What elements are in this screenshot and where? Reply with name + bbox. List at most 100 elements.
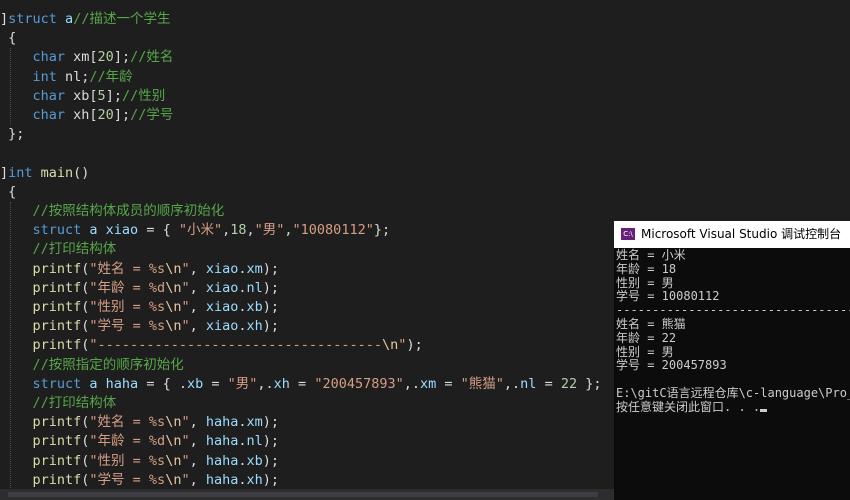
code-token: \n bbox=[165, 279, 182, 296]
indent-guide bbox=[10, 48, 11, 126]
code-token: xiao bbox=[97, 222, 139, 239]
code-line[interactable]: ]int main() bbox=[0, 164, 89, 183]
code-line[interactable]: int nl;//年龄 bbox=[0, 68, 133, 87]
code-token: "熊猫" bbox=[460, 375, 504, 392]
code-token: ); bbox=[262, 260, 280, 277]
code-token: " bbox=[181, 279, 190, 296]
code-token: 18 bbox=[230, 222, 247, 239]
code-line[interactable]: printf("性别 = %s\n", haha.xb); bbox=[0, 452, 280, 471]
code-token: "10080112" bbox=[292, 222, 374, 239]
code-line[interactable]: printf("学号 = %s\n", haha.xh); bbox=[0, 471, 280, 490]
code-line[interactable]: printf("姓名 = %s\n", xiao.xm); bbox=[0, 260, 280, 279]
console-line: 姓名 = 熊猫 bbox=[616, 317, 686, 331]
code-token: \n bbox=[165, 260, 182, 277]
code-token: haha bbox=[97, 375, 139, 392]
code-token: a bbox=[56, 11, 74, 27]
code-token: printf bbox=[0, 279, 82, 296]
code-token: . bbox=[238, 471, 247, 488]
code-token: haha bbox=[205, 414, 239, 431]
code-token: struct bbox=[0, 222, 82, 239]
code-line[interactable]: char xm[20];//姓名 bbox=[0, 48, 174, 67]
code-token: "姓名 = %s bbox=[89, 260, 166, 277]
code-line[interactable]: }; bbox=[0, 125, 24, 144]
visual-studio-console-icon: C:\ bbox=[621, 228, 635, 240]
editor-horizontal-scrollbar[interactable] bbox=[0, 489, 614, 500]
code-token: , bbox=[189, 452, 206, 469]
code-token: "小米" bbox=[178, 222, 223, 239]
code-token: "年龄 = %d bbox=[89, 279, 166, 296]
code-line[interactable]: printf("姓名 = %s\n", haha.xm); bbox=[0, 413, 280, 432]
code-line[interactable]: //打印结构体 bbox=[0, 240, 117, 259]
code-line[interactable]: printf("性别 = %s\n", xiao.xb); bbox=[0, 298, 280, 317]
code-token: \n bbox=[165, 433, 182, 450]
code-token: ,. bbox=[503, 375, 521, 392]
code-token: ); bbox=[406, 337, 423, 354]
code-token: a bbox=[81, 375, 98, 392]
code-token: a bbox=[81, 222, 98, 239]
console-line: 性别 = 男 bbox=[616, 344, 674, 359]
code-token: = bbox=[289, 375, 315, 392]
code-token: int bbox=[8, 164, 33, 181]
code-token: ] bbox=[0, 11, 9, 27]
console-title: Microsoft Visual Studio 调试控制台 bbox=[641, 227, 842, 241]
code-token: }; bbox=[0, 126, 25, 143]
code-line[interactable]: //打印结构体 bbox=[0, 394, 117, 413]
code-line[interactable]: struct a haha = { .xb = "男",.xh = "20045… bbox=[0, 375, 602, 394]
code-line[interactable]: printf("年龄 = %d\n", xiao.nl); bbox=[0, 279, 280, 298]
code-line[interactable]: { bbox=[0, 29, 16, 48]
code-token: nl; bbox=[56, 68, 90, 85]
code-token: //打印结构体 bbox=[0, 395, 117, 411]
code-line[interactable]: char xb[5];//性别 bbox=[0, 87, 166, 106]
code-token: , bbox=[284, 222, 293, 239]
code-line[interactable]: //按照结构体成员的顺序初始化 bbox=[0, 202, 225, 221]
code-token: nl bbox=[520, 375, 537, 392]
debug-console-window[interactable]: C:\ Microsoft Visual Studio 调试控制台 姓名 = 小… bbox=[614, 221, 850, 500]
code-token: xh bbox=[246, 318, 263, 335]
code-token: , bbox=[246, 222, 255, 239]
code-token: = { . bbox=[138, 375, 187, 392]
code-line[interactable]: printf("--------------------------------… bbox=[0, 336, 423, 355]
code-token: //描述一个学生 bbox=[73, 11, 171, 27]
code-token: printf bbox=[0, 414, 82, 431]
code-token: xh bbox=[246, 471, 263, 488]
code-token: printf bbox=[0, 471, 82, 488]
code-token: ); bbox=[262, 279, 280, 296]
code-token: xm[ bbox=[65, 49, 98, 66]
code-line[interactable]: { bbox=[0, 183, 16, 202]
code-token: 22 bbox=[560, 375, 578, 392]
code-token: xm bbox=[419, 375, 437, 392]
console-title-bar[interactable]: C:\ Microsoft Visual Studio 调试控制台 bbox=[614, 221, 850, 248]
code-token: printf bbox=[0, 433, 82, 450]
console-line: 性别 = 男 bbox=[616, 275, 674, 290]
console-line: 年龄 = 22 bbox=[616, 330, 677, 345]
editor-scrollbar-thumb[interactable] bbox=[8, 492, 598, 497]
code-token: " bbox=[181, 260, 190, 277]
code-token: " bbox=[181, 318, 190, 335]
code-token: , bbox=[222, 222, 231, 239]
code-token: . bbox=[238, 414, 247, 431]
code-line[interactable]: //按照指定的顺序初始化 bbox=[0, 356, 184, 375]
code-token: "学号 = %s bbox=[89, 471, 166, 488]
code-token: "男" bbox=[227, 375, 258, 392]
code-token: " bbox=[181, 299, 190, 315]
code-token: xm bbox=[246, 414, 263, 431]
code-token: . bbox=[238, 299, 247, 315]
console-line: ----------------------------------------… bbox=[616, 303, 850, 318]
code-line[interactable]: printf("学号 = %s\n", xiao.xh); bbox=[0, 317, 280, 336]
code-token: . bbox=[238, 260, 247, 277]
code-token: printf bbox=[0, 452, 82, 469]
code-token: printf bbox=[0, 299, 82, 315]
code-token: xb bbox=[246, 452, 263, 469]
code-line[interactable]: char xh[20];//学号 bbox=[0, 106, 174, 125]
code-token: , bbox=[189, 433, 206, 450]
code-token: = bbox=[436, 375, 461, 392]
code-line[interactable]: printf("年龄 = %d\n", haha.nl); bbox=[0, 432, 280, 451]
code-line[interactable]: ]struct a//描述一个学生 bbox=[0, 10, 170, 29]
code-token: \n bbox=[165, 318, 182, 335]
code-line[interactable]: struct a xiao = { "小米",18,"男","10080112"… bbox=[0, 221, 391, 240]
code-token: haha bbox=[205, 471, 239, 488]
code-token: ); bbox=[262, 414, 280, 431]
code-token: = { bbox=[138, 222, 179, 239]
code-token: //姓名 bbox=[130, 49, 174, 66]
code-token: " bbox=[181, 471, 190, 488]
